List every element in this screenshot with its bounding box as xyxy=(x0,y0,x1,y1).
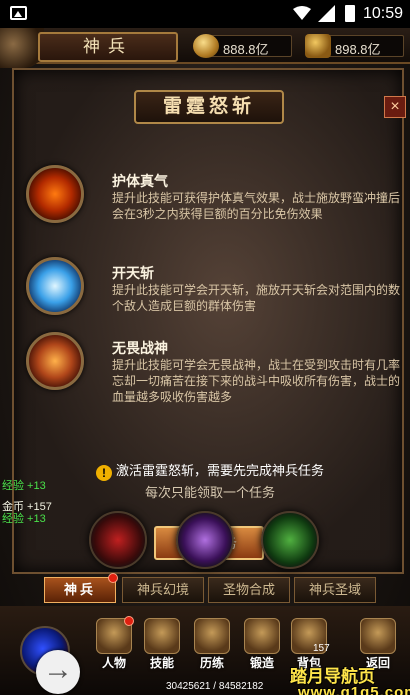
warning-icon: ! xyxy=(95,465,112,481)
ingot-currency[interactable]: 888.8亿 xyxy=(193,34,292,58)
sub-tab-bar: 神兵 神兵幻境 圣物合成 神兵圣域 xyxy=(38,573,398,605)
ingot-amount: 888.8亿 xyxy=(223,42,269,57)
status-bar: 10:59 xyxy=(0,0,410,28)
clock: 10:59 xyxy=(363,5,404,22)
skills-button[interactable]: 技能 xyxy=(140,618,184,674)
menu-label: 技能 xyxy=(149,656,174,670)
tab-shengwu-hecheng[interactable]: 圣物合成 xyxy=(208,577,290,603)
exp-gain-text: 经验 +13 xyxy=(2,513,46,525)
tab-shenbing-huanjing[interactable]: 神兵幻境 xyxy=(122,577,204,603)
menu-label: 历练 xyxy=(199,656,224,670)
bottom-bar: 人物 技能 历练 锻造 背包 返回 → 157 30425621 / 84582… xyxy=(0,606,410,695)
notice-text: 激活雷霆怒斩，需要先完成神兵任务 xyxy=(115,463,324,478)
top-bar: 神兵 888.8亿 898.8亿 xyxy=(0,28,410,68)
skill-name: 无畏战神 xyxy=(112,340,168,356)
gold-icon xyxy=(305,34,331,58)
tab-shenbing-shengyu[interactable]: 神兵圣域 xyxy=(294,577,376,603)
arrow-right-icon[interactable]: → xyxy=(36,650,80,694)
image-notification-icon xyxy=(10,6,27,20)
tab-shenbing[interactable]: 神兵 xyxy=(44,577,116,603)
gold-currency[interactable]: 898.8亿 xyxy=(305,34,404,58)
return-icon xyxy=(360,618,396,654)
spirit-skill-icon xyxy=(26,332,84,390)
exp-counter: 30425621 / 84582182 xyxy=(166,681,264,692)
character-button[interactable]: 人物 xyxy=(92,618,136,674)
watermark-url: www.q1q5.com xyxy=(298,684,410,695)
notice-subtext: 每次只能领取一个任务 xyxy=(144,485,275,500)
panel-title: 雷霆怒斩 xyxy=(134,90,284,124)
taoist-fan-icon[interactable] xyxy=(261,511,319,569)
skill-book-icon xyxy=(144,618,180,654)
menu-label: 锻造 xyxy=(249,656,274,670)
signal-icon xyxy=(318,5,335,22)
gold-amount: 898.8亿 xyxy=(335,42,381,57)
wifi-icon xyxy=(293,6,311,20)
warrior-weapon-icon[interactable] xyxy=(89,511,147,569)
battery-icon xyxy=(345,5,355,22)
page-title: 神兵 xyxy=(38,32,178,62)
level-text: 157 xyxy=(313,643,330,654)
activation-notice: ! 激活雷霆怒斩，需要先完成神兵任务 xyxy=(14,460,406,481)
ingot-icon xyxy=(193,34,219,58)
red-dot-icon xyxy=(124,616,134,626)
skill-description: 提升此技能可获得护体真气效果，战士施放野蛮冲撞后会在3秒之内获得巨额的百分比免伤… xyxy=(112,191,401,221)
menu-label: 人物 xyxy=(101,656,126,670)
skill-name: 开天斩 xyxy=(112,265,154,281)
blade-skill-icon xyxy=(26,257,84,315)
anvil-icon xyxy=(244,618,280,654)
flame-skill-icon xyxy=(26,165,84,223)
exp-gain-text: 经验 +13 xyxy=(2,480,46,492)
mage-weapon-icon[interactable] xyxy=(176,511,234,569)
skill-name: 护体真气 xyxy=(112,173,168,189)
skill-description: 提升此技能可学会开天斩，施放开天斩会对范围内的数个敌人造成巨额的群体伤害 xyxy=(112,283,401,313)
forge-button[interactable]: 锻造 xyxy=(240,618,284,674)
red-dot-icon xyxy=(108,573,118,583)
training-button[interactable]: 历练 xyxy=(190,618,234,674)
close-button[interactable]: × xyxy=(384,96,406,118)
training-icon xyxy=(194,618,230,654)
skill-panel: 雷霆怒斩 × 护体真气 提升此技能可获得护体真气效果，战士施放野蛮冲撞后会在3秒… xyxy=(12,68,406,574)
skill-description: 提升此技能可学会无畏战神，战士在受到攻击时有几率忘却一切痛苦在接下来的战斗中吸收… xyxy=(112,358,401,404)
game-screen: 神兵 888.8亿 898.8亿 雷霆怒斩 × 护体真气 提升此技能可获得护体真… xyxy=(0,28,410,695)
